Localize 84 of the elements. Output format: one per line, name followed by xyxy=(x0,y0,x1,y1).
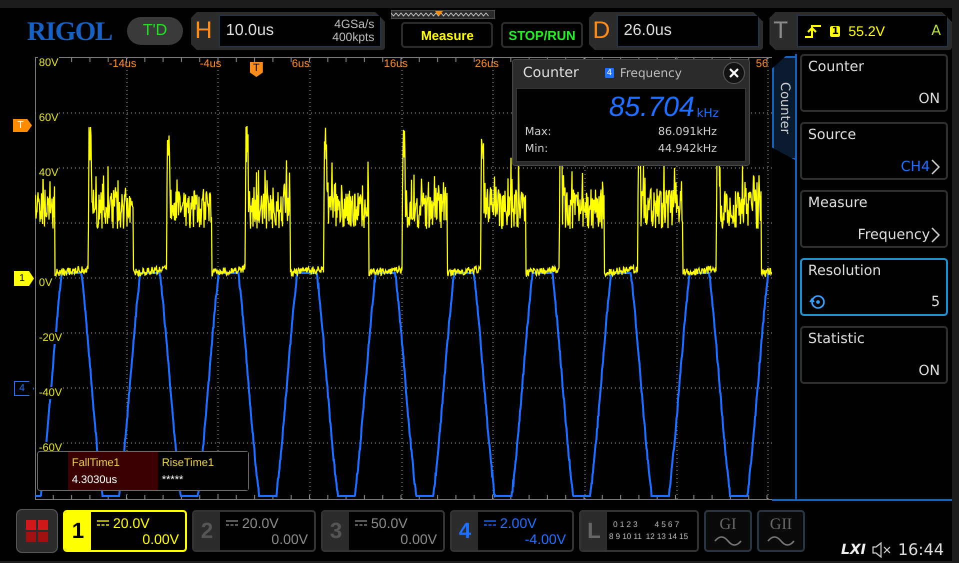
trigger-mode: A xyxy=(931,23,941,39)
channel-scale: 2.00V xyxy=(500,515,537,531)
channel-button[interactable]: 4 2.00V -4.00V xyxy=(450,510,574,552)
grid-menu-icon xyxy=(25,519,49,543)
delay-value: 26.0us xyxy=(624,22,672,40)
voltage-label: -20V xyxy=(38,332,64,344)
stat-value: 86.091kHz xyxy=(658,124,717,140)
trigger-panel[interactable]: T 1 55.2V A xyxy=(769,12,952,50)
menu-item[interactable]: Counter ON xyxy=(800,54,948,112)
stat-label: Min: xyxy=(524,141,548,157)
dc-coupling-icon xyxy=(97,520,109,526)
menu-tab[interactable]: Counter xyxy=(772,56,795,160)
time-label: -14us xyxy=(108,58,136,70)
logic-button[interactable]: L 0 1 2 3 4 5 6 7 8 9 10 11 12 13 14 15 xyxy=(579,510,699,552)
trigger-level-marker: T xyxy=(13,119,32,132)
stat-value: 44.942kHz xyxy=(658,141,717,157)
voltage-label: 60V xyxy=(38,112,60,124)
logic-channels: 4 5 6 7 xyxy=(654,519,680,531)
channel-button[interactable]: 1 20.0V 0.00V xyxy=(63,510,187,552)
close-icon xyxy=(728,68,739,78)
lxi-logo: LXI xyxy=(840,542,866,558)
brand-logo: RIGOL xyxy=(27,16,114,46)
frequency-unit: kHz xyxy=(696,106,719,120)
menu-item[interactable]: Statistic ON xyxy=(800,326,948,384)
measure-type: Frequency xyxy=(620,66,683,80)
delay-panel[interactable]: D 26.0us xyxy=(588,12,764,50)
channel-number: 1 xyxy=(65,512,91,550)
voltage-label: 0V xyxy=(38,277,54,289)
logic-letter: L xyxy=(581,512,607,550)
memory-depth: 400kpts xyxy=(332,31,374,44)
menu-item[interactable]: Resolution 5 xyxy=(800,258,948,316)
rising-edge-icon xyxy=(804,23,822,39)
menu-item[interactable]: Measure Frequency xyxy=(800,190,948,248)
close-button[interactable] xyxy=(722,62,745,84)
run-status: T'D xyxy=(127,17,183,45)
time-label: -4us xyxy=(200,58,222,70)
time-label: 16us xyxy=(384,58,408,70)
logic-channels: 12 13 14 15 xyxy=(646,531,688,543)
clock-time: 16:44 xyxy=(898,540,944,559)
speaker-muted-icon xyxy=(872,542,892,558)
frequency-reading: 85.704 xyxy=(608,91,695,123)
channel-scale: 20.0V xyxy=(242,515,279,531)
dc-coupling-icon xyxy=(484,520,496,526)
dc-coupling-icon xyxy=(226,520,238,526)
voltage-label: 80V xyxy=(38,57,60,69)
voltage-label: -40V xyxy=(38,387,64,399)
channel-offset: 0.00V xyxy=(142,531,179,547)
channel-scale: 20.0V xyxy=(113,515,150,531)
chevron-icon xyxy=(931,159,940,175)
sine-wave-icon xyxy=(767,536,795,546)
dc-coupling-icon xyxy=(355,520,367,526)
horizontal-panel[interactable]: H 10.0us 4GSa/s 400kpts xyxy=(190,12,386,50)
measurement-item[interactable]: FallTime1 4.3030us xyxy=(68,452,158,490)
time-label: 26us xyxy=(474,58,499,70)
timebase-value: 10.0us xyxy=(226,22,274,40)
menu-item[interactable]: Source CH4 xyxy=(800,122,948,180)
sample-rate: 4GSa/s xyxy=(334,18,374,31)
logic-channels: 0 1 2 3 xyxy=(612,519,639,531)
panel-letter: D xyxy=(592,17,612,45)
logic-channels: 8 9 10 11 xyxy=(609,531,642,543)
channel-offset: -4.00V xyxy=(524,531,566,547)
channel-offset: 0.00V xyxy=(271,531,308,547)
channel-marker: 4 xyxy=(14,381,34,396)
sine-wave-icon xyxy=(714,536,742,546)
channel-marker: 1 xyxy=(14,271,34,286)
chevron-icon xyxy=(931,227,940,243)
voltage-label: 40V xyxy=(38,167,60,179)
stop-run-button[interactable]: STOP/RUN xyxy=(501,22,583,48)
stat-label: Max: xyxy=(524,124,552,140)
time-label: 6us xyxy=(292,58,310,70)
channel-offset: 0.00V xyxy=(400,531,437,547)
trigger-level: 55.2V xyxy=(848,23,885,39)
knob-icon xyxy=(808,293,826,311)
panel-letter: H xyxy=(194,17,214,45)
measure-button[interactable]: Measure xyxy=(401,22,494,48)
trigger-position-marker: T xyxy=(250,62,263,77)
time-label: 56 xyxy=(756,58,768,70)
trigger-source-badge: 1 xyxy=(830,26,840,36)
popup-title: Counter xyxy=(522,65,580,81)
menu-button[interactable] xyxy=(16,509,58,553)
panel-letter: T xyxy=(773,17,790,45)
channel-badge: 4 xyxy=(604,68,614,78)
channel-number: 4 xyxy=(452,512,478,550)
channel-scale: 50.0V xyxy=(371,515,408,531)
